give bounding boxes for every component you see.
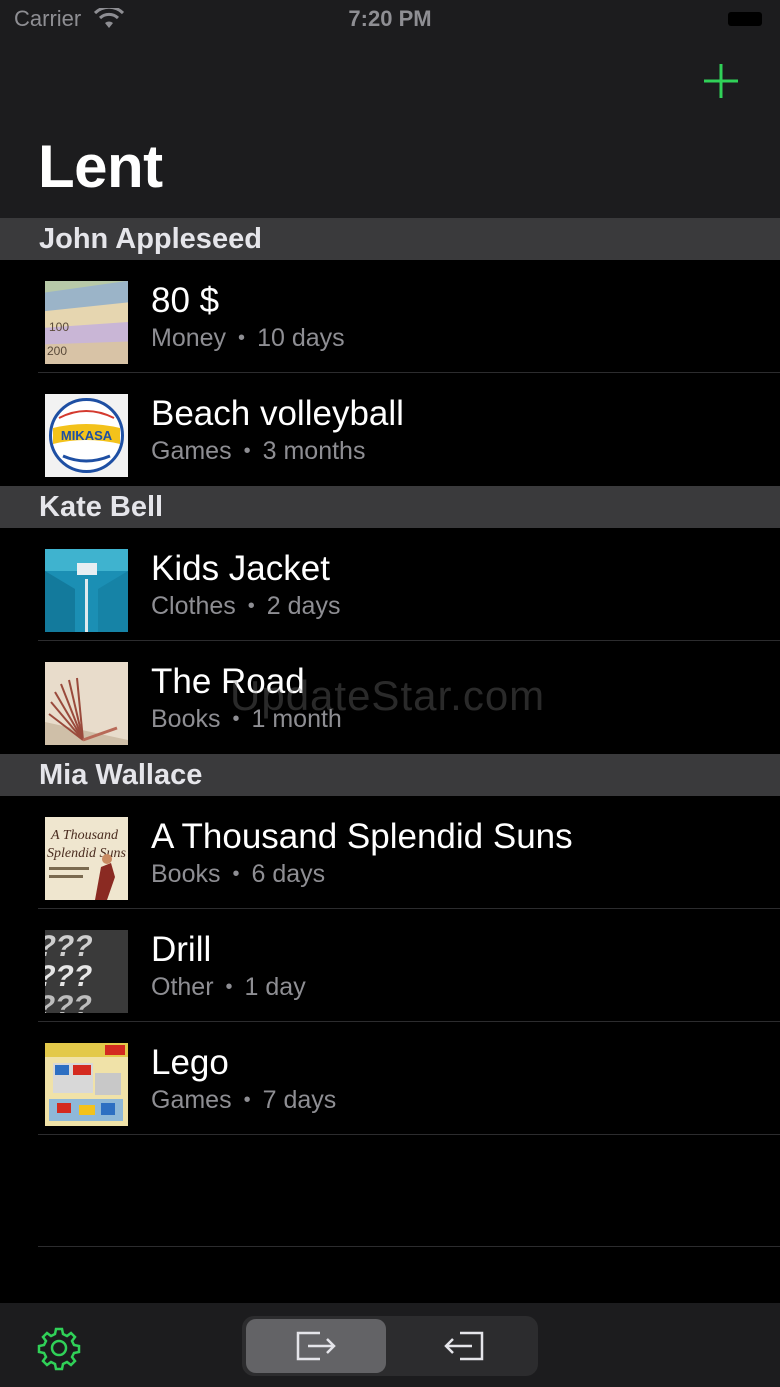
section-header: Mia Wallace [0, 754, 780, 796]
bottom-toolbar [0, 1303, 780, 1387]
item-title: The Road [151, 662, 305, 701]
list-item[interactable]: A Thousand Splendid Suns A Thousand Sple… [0, 796, 780, 909]
item-thumbnail: A Thousand Splendid Suns [45, 817, 128, 900]
item-subtitle: Books • 6 days [151, 860, 325, 889]
page-title: Lent [38, 133, 163, 200]
svg-text:???: ??? [45, 990, 95, 1013]
svg-text:200: 200 [47, 344, 67, 358]
gear-icon[interactable] [36, 1325, 82, 1371]
lent-items-list: John Appleseed 100 200 80 $ Money • 10 day… [0, 218, 780, 1135]
separator-dot: • [232, 708, 240, 730]
item-title: Lego [151, 1043, 229, 1082]
item-thumbnail [45, 662, 128, 745]
item-duration: 3 months [262, 437, 366, 465]
segment-lent[interactable] [246, 1319, 386, 1373]
item-subtitle: Games • 3 months [151, 437, 365, 466]
separator-dot: • [247, 595, 255, 617]
item-category: Clothes [151, 592, 236, 620]
borrowed-in-icon [444, 1331, 484, 1361]
item-title: Drill [151, 930, 212, 969]
status-bar: Carrier 7:20 PM [0, 0, 780, 42]
item-thumbnail: MIKASA [45, 394, 128, 477]
row-separator [38, 1246, 780, 1247]
item-thumbnail [45, 549, 128, 632]
list-item[interactable]: The Road Books • 1 month [0, 641, 780, 754]
item-title: A Thousand Splendid Suns [151, 817, 573, 856]
list-item[interactable]: 100 200 80 $ Money • 10 days [0, 260, 780, 373]
list-item[interactable]: ??? ??? ??? Drill Other • 1 day [0, 909, 780, 1022]
novel-title-line-1: A Thousand [50, 828, 119, 843]
lent-borrowed-segmented-control [242, 1316, 538, 1376]
status-time: 7:20 PM [348, 6, 432, 31]
item-category: Other [151, 973, 214, 1001]
item-duration: 1 month [251, 705, 342, 733]
item-thumbnail: 100 200 [45, 281, 128, 364]
list-item[interactable]: MIKASA Beach volleyball Games • 3 months [0, 373, 780, 486]
separator-dot: • [243, 1089, 251, 1111]
list-item[interactable]: Kids Jacket Clothes • 2 days [0, 528, 780, 641]
lent-out-icon [296, 1331, 336, 1361]
item-thumbnail [45, 1043, 128, 1126]
item-thumbnail: ??? ??? ??? [45, 930, 128, 1013]
item-duration: 10 days [257, 324, 345, 352]
svg-text:???: ??? [45, 930, 96, 963]
item-duration: 6 days [251, 860, 326, 888]
separator-dot: • [243, 440, 251, 462]
item-duration: 1 day [244, 973, 306, 1001]
item-category: Books [151, 705, 221, 733]
item-category: Games [151, 1086, 232, 1114]
svg-text:100: 100 [49, 320, 69, 334]
segment-borrowed[interactable] [394, 1319, 534, 1373]
section-header: Kate Bell [0, 486, 780, 528]
item-subtitle: Other • 1 day [151, 973, 306, 1002]
battery-icon [728, 12, 762, 26]
navigation-header: Lent [0, 42, 780, 218]
list-item[interactable]: Lego Games • 7 days [0, 1022, 780, 1135]
item-title: Kids Jacket [151, 549, 330, 588]
item-category: Games [151, 437, 232, 465]
item-subtitle: Clothes • 2 days [151, 592, 340, 621]
row-separator [38, 1134, 780, 1135]
item-subtitle: Books • 1 month [151, 705, 342, 734]
item-subtitle: Games • 7 days [151, 1086, 336, 1115]
plus-icon[interactable] [702, 62, 740, 100]
item-duration: 2 days [266, 592, 341, 620]
item-duration: 7 days [262, 1086, 337, 1114]
item-category: Money [151, 324, 227, 352]
separator-dot: • [232, 863, 240, 885]
separator-dot: • [225, 976, 233, 998]
svg-text:???: ??? [45, 960, 96, 993]
novel-title-line-2: Splendid Suns [47, 846, 126, 861]
item-category: Books [151, 860, 221, 888]
volleyball-brand: MIKASA [61, 428, 113, 443]
separator-dot: • [238, 327, 246, 349]
item-subtitle: Money • 10 days [151, 324, 345, 353]
item-title: 80 $ [151, 281, 220, 320]
section-header: John Appleseed [0, 218, 780, 260]
item-title: Beach volleyball [151, 394, 404, 433]
